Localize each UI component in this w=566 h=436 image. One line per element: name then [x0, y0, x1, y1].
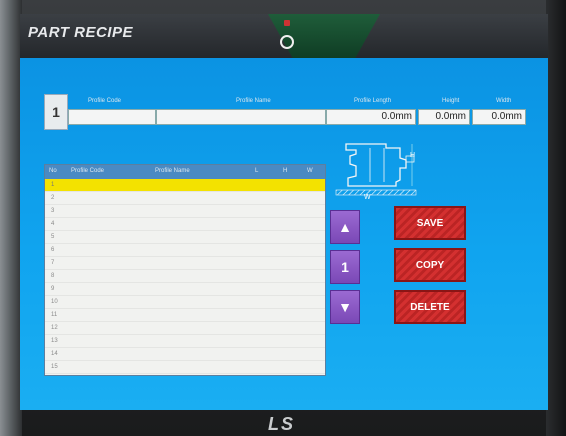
recipe-list: No Profile Code Profile Name L H W 12345… — [44, 164, 326, 376]
list-item[interactable]: 13 — [45, 335, 325, 348]
width-field[interactable]: 0.0mm — [472, 109, 526, 125]
list-item[interactable]: 6 — [45, 244, 325, 257]
list-item-number: 10 — [51, 299, 58, 305]
title-bar: PART RECIPE — [20, 14, 548, 58]
profile-code-field[interactable] — [68, 109, 156, 125]
list-item[interactable]: 15 — [45, 361, 325, 374]
list-item-number: 11 — [51, 312, 58, 318]
list-item-number: 7 — [51, 260, 55, 266]
col-profile-code: Profile Code — [71, 168, 105, 174]
profile-cross-section-diagram — [335, 143, 417, 196]
list-item-number: 4 — [51, 221, 55, 227]
header-profile-length: Profile Length — [354, 98, 392, 104]
page-number: 1 — [341, 259, 349, 275]
profile-length-field[interactable]: 0.0mm — [326, 109, 416, 125]
list-item[interactable]: 1 — [45, 179, 325, 192]
col-l: L — [255, 168, 259, 174]
list-item[interactable]: 4 — [45, 218, 325, 231]
height-field[interactable]: 0.0mm — [418, 109, 470, 125]
list-item-number: 13 — [51, 338, 58, 344]
header-profile-code: Profile Code — [88, 98, 122, 104]
list-item-number: 6 — [51, 247, 55, 253]
bezel-right — [546, 0, 566, 436]
scroll-down-button[interactable]: ▼ — [330, 290, 360, 324]
list-item-number: 3 — [51, 208, 55, 214]
list-item-number: 2 — [51, 195, 55, 201]
hmi-screen: PART RECIPE 1 Profile Code Profile Name … — [20, 14, 548, 410]
list-item-number: 12 — [51, 325, 58, 331]
header-profile-name: Profile Name — [236, 98, 271, 104]
list-item[interactable]: 3 — [45, 205, 325, 218]
col-w: W — [307, 168, 313, 174]
bezel-left — [0, 0, 22, 436]
list-item-number: 8 — [51, 273, 55, 279]
brand-logo: LS — [268, 414, 296, 434]
list-item[interactable]: 10 — [45, 296, 325, 309]
list-item-number: 15 — [51, 364, 58, 370]
list-item-number: 5 — [51, 234, 55, 240]
delete-button[interactable]: DELETE — [394, 290, 466, 324]
list-item[interactable]: 8 — [45, 270, 325, 283]
status-marker-icon — [284, 20, 290, 26]
list-item-number: 1 — [51, 182, 55, 188]
home-circle-icon[interactable] — [280, 35, 294, 49]
header-height: Height — [442, 98, 460, 104]
col-no: No — [49, 168, 57, 174]
up-arrow-icon: ▲ — [338, 219, 352, 235]
list-item[interactable]: 7 — [45, 257, 325, 270]
active-recipe-strip: 1 Profile Code Profile Name Profile Leng… — [44, 94, 526, 130]
diagram-width-label: W — [364, 194, 371, 201]
list-item[interactable]: 2 — [45, 192, 325, 205]
profile-name-field[interactable] — [156, 109, 326, 125]
page-title: PART RECIPE — [28, 24, 133, 41]
list-item-number: 9 — [51, 286, 55, 292]
col-profile-name: Profile Name — [155, 168, 190, 174]
scroll-up-button[interactable]: ▲ — [330, 210, 360, 244]
copy-button[interactable]: COPY — [394, 248, 466, 282]
save-button[interactable]: SAVE — [394, 206, 466, 240]
list-header: No Profile Code Profile Name L H W — [45, 165, 325, 179]
list-item[interactable]: 5 — [45, 231, 325, 244]
recipe-number: 1 — [44, 94, 68, 130]
list-item[interactable]: 14 — [45, 348, 325, 361]
list-item[interactable]: 12 — [45, 322, 325, 335]
list-item[interactable]: 11 — [45, 309, 325, 322]
diagram-height-label: H — [410, 152, 416, 159]
list-item[interactable]: 9 — [45, 283, 325, 296]
down-arrow-icon: ▼ — [338, 299, 352, 315]
col-h: H — [283, 168, 288, 174]
header-width: Width — [496, 98, 512, 104]
page-number-display: 1 — [330, 250, 360, 284]
list-item-number: 14 — [51, 351, 58, 357]
